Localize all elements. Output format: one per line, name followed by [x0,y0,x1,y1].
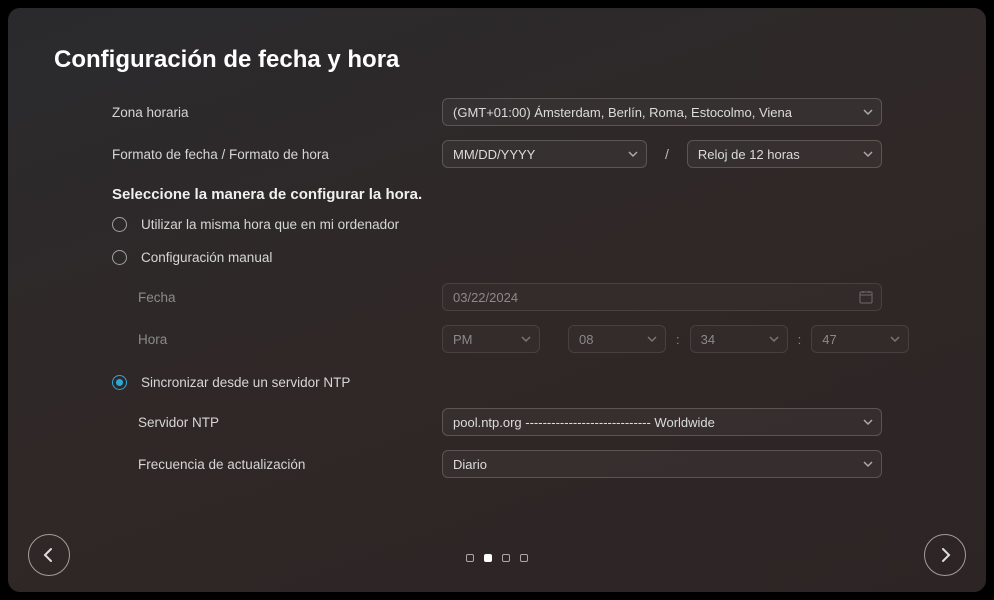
pager-dot-1[interactable] [484,554,492,562]
chevron-down-icon [647,334,657,344]
format-separator: / [655,146,679,162]
chevron-down-icon [863,459,873,469]
select-minute-value: 34 [701,332,715,347]
row-format: Formato de fecha / Formato de hora MM/DD… [112,140,882,168]
radio-icon [112,217,127,232]
select-meridiem-value: PM [453,332,473,347]
label-manual-time: Hora [112,332,442,347]
row-ntp-freq: Frecuencia de actualización Diario [112,450,882,478]
select-second-value: 47 [822,332,836,347]
time-colon: : [674,332,682,347]
row-timezone: Zona horaria (GMT+01:00) Ámsterdam, Berl… [112,98,882,126]
radio-icon-selected [112,375,127,390]
chevron-down-icon [863,149,873,159]
chevron-down-icon [863,417,873,427]
select-ntp-freq[interactable]: Diario [442,450,882,478]
select-date-format[interactable]: MM/DD/YYYY [442,140,647,168]
select-hour-value: 08 [579,332,593,347]
select-ntp-freq-value: Diario [453,457,487,472]
next-button[interactable] [924,534,966,576]
settings-panel: Configuración de fecha y hora Zona horar… [8,8,986,592]
select-minute: 34 [690,325,788,353]
radio-label-same: Utilizar la misma hora que en mi ordenad… [141,217,399,232]
pager-dot-3[interactable] [520,554,528,562]
radio-label-ntp: Sincronizar desde un servidor NTP [141,375,350,390]
radio-option-ntp[interactable]: Sincronizar desde un servidor NTP [112,375,882,390]
input-manual-date-value: 03/22/2024 [453,290,518,305]
radio-option-same-computer[interactable]: Utilizar la misma hora que en mi ordenad… [112,217,882,232]
calendar-icon [859,290,873,304]
prev-button[interactable] [28,534,70,576]
label-ntp-freq: Frecuencia de actualización [112,457,442,472]
chevron-down-icon [863,107,873,117]
select-time-format[interactable]: Reloj de 12 horas [687,140,882,168]
select-ntp-server[interactable]: pool.ntp.org ---------------------------… [442,408,882,436]
chevron-down-icon [521,334,531,344]
select-time-format-value: Reloj de 12 horas [698,147,800,162]
select-timezone[interactable]: (GMT+01:00) Ámsterdam, Berlín, Roma, Est… [442,98,882,126]
method-heading: Seleccione la manera de configurar la ho… [112,186,882,203]
label-manual-date: Fecha [112,290,442,305]
radio-icon [112,250,127,265]
select-meridiem: PM [442,325,540,353]
select-date-format-value: MM/DD/YYYY [453,147,535,162]
pager-dots [466,554,528,562]
label-ntp-server: Servidor NTP [112,415,442,430]
chevron-left-icon [40,546,58,564]
radio-label-manual: Configuración manual [141,250,272,265]
row-ntp-server: Servidor NTP pool.ntp.org --------------… [112,408,882,436]
chevron-down-icon [628,149,638,159]
row-manual-time: Hora PM 08 : 34 : [112,325,882,353]
row-manual-date: Fecha 03/22/2024 [112,283,882,311]
chevron-down-icon [769,334,779,344]
label-timezone: Zona horaria [112,105,442,120]
chevron-down-icon [890,334,900,344]
pager-dot-2[interactable] [502,554,510,562]
select-ntp-server-value: pool.ntp.org ---------------------------… [453,415,715,430]
form-area: Zona horaria (GMT+01:00) Ámsterdam, Berl… [54,98,940,478]
select-second: 47 [811,325,909,353]
radio-option-manual[interactable]: Configuración manual [112,250,882,265]
label-format: Formato de fecha / Formato de hora [112,147,442,162]
chevron-right-icon [936,546,954,564]
pager-dot-0[interactable] [466,554,474,562]
manual-block: Fecha 03/22/2024 Hora PM [112,283,882,353]
page-title: Configuración de fecha y hora [54,46,940,74]
select-timezone-value: (GMT+01:00) Ámsterdam, Berlín, Roma, Est… [453,105,792,120]
time-colon: : [796,332,804,347]
input-manual-date: 03/22/2024 [442,283,882,311]
select-hour: 08 [568,325,666,353]
